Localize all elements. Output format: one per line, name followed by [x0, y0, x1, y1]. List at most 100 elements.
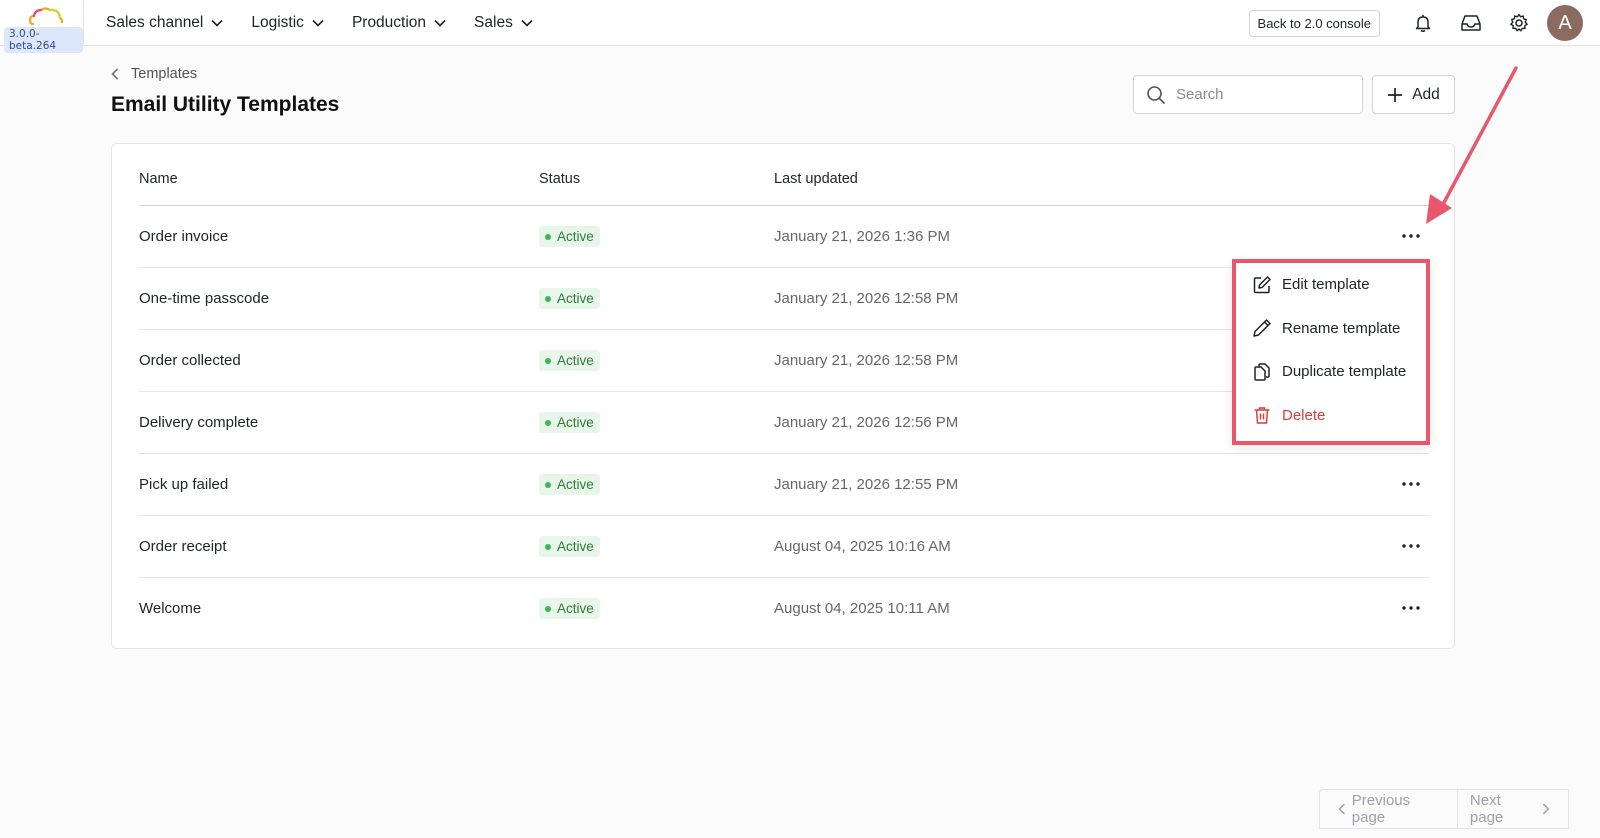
- more-horizontal-icon: [1402, 606, 1420, 610]
- edit-template-menu-item[interactable]: Edit template: [1236, 263, 1426, 307]
- status-badge: Active: [539, 412, 600, 433]
- app-logo[interactable]: 3.0.0-beta.264: [0, 0, 84, 53]
- template-actions-menu: Edit template Rename template Duplicate …: [1232, 259, 1430, 445]
- page-title: Email Utility Templates: [111, 93, 340, 116]
- status-badge: Active: [539, 226, 600, 247]
- last-updated: August 04, 2025 10:11 AM: [774, 600, 950, 617]
- cloud-logo-icon: [29, 6, 63, 25]
- previous-page-label: Previous page: [1351, 792, 1411, 826]
- version-badge: 3.0.0-beta.264: [4, 26, 83, 53]
- breadcrumb[interactable]: Templates: [111, 66, 197, 82]
- status-label: Active: [557, 539, 594, 554]
- more-horizontal-icon: [1402, 482, 1420, 486]
- annotation-arrow-icon: [1426, 66, 1518, 224]
- status-label: Active: [557, 601, 594, 616]
- last-updated: August 04, 2025 10:16 AM: [774, 538, 951, 555]
- rename-template-menu-item[interactable]: Rename template: [1236, 307, 1426, 351]
- status-dot: [545, 419, 551, 426]
- pagination: Previous page Next page: [1319, 789, 1569, 829]
- more-actions-button[interactable]: [1399, 596, 1423, 620]
- last-updated: January 21, 2026 12:58 PM: [774, 352, 959, 369]
- status-label: Active: [557, 291, 594, 306]
- chevron-down-icon: [521, 19, 533, 27]
- chevron-down-icon: [211, 19, 223, 27]
- next-page-button[interactable]: Next page: [1458, 790, 1568, 828]
- template-name[interactable]: One-time passcode: [139, 290, 269, 307]
- more-actions-button[interactable]: [1399, 472, 1423, 496]
- column-header-last-updated[interactable]: Last updated: [774, 171, 858, 187]
- previous-page-button[interactable]: Previous page: [1320, 790, 1458, 828]
- back-to-console-button[interactable]: Back to 2.0 console: [1248, 9, 1380, 37]
- trash-icon: [1254, 407, 1270, 424]
- column-header-name[interactable]: Name: [139, 171, 178, 187]
- chevron-left-icon: [111, 68, 119, 80]
- gear-icon[interactable]: [1495, 13, 1543, 33]
- next-page-label: Next page: [1469, 792, 1504, 826]
- chevron-down-icon: [312, 19, 324, 27]
- status-badge: Active: [539, 536, 600, 557]
- plus-icon: [1388, 87, 1403, 102]
- template-name[interactable]: Order collected: [139, 352, 241, 369]
- edit-square-icon: [1253, 276, 1271, 293]
- status-dot: [545, 481, 551, 488]
- pencil-icon: [1253, 319, 1271, 337]
- menu-item-label: Rename template: [1282, 319, 1401, 337]
- status-dot: [545, 295, 551, 302]
- avatar[interactable]: A: [1547, 5, 1583, 41]
- top-right-actions: Back to 2.0 console A: [1248, 0, 1600, 46]
- search-input[interactable]: [1176, 86, 1346, 103]
- search-icon: [1147, 85, 1165, 104]
- status-dot: [545, 605, 551, 612]
- template-name[interactable]: Pick up failed: [139, 476, 228, 493]
- status-dot: [545, 543, 551, 550]
- menu-item-label: Delete: [1282, 406, 1326, 424]
- menu-production[interactable]: Production: [352, 14, 446, 32]
- menu-logistic[interactable]: Logistic: [251, 14, 324, 32]
- chevron-down-icon: [434, 19, 446, 27]
- delete-template-menu-item[interactable]: Delete: [1236, 394, 1426, 438]
- menu-sales-channel[interactable]: Sales channel: [106, 14, 223, 32]
- status-label: Active: [557, 229, 594, 244]
- table-header: Name Status Last updated: [139, 144, 1429, 206]
- duplicate-template-menu-item[interactable]: Duplicate template: [1236, 350, 1426, 394]
- breadcrumb-label: Templates: [131, 66, 198, 82]
- chevron-left-icon: [1338, 803, 1345, 815]
- status-dot: [545, 233, 551, 240]
- menu-item-label: Edit template: [1282, 276, 1370, 294]
- menu-label: Sales channel: [106, 13, 204, 31]
- top-nav-bar: 3.0.0-beta.264 Sales channel Logistic Pr…: [0, 0, 1600, 53]
- copy-icon: [1254, 363, 1270, 381]
- more-horizontal-icon: [1402, 234, 1420, 238]
- more-actions-button[interactable]: [1399, 534, 1423, 558]
- template-name[interactable]: Order invoice: [139, 228, 228, 245]
- last-updated: January 21, 2026 12:56 PM: [774, 414, 959, 431]
- status-badge: Active: [539, 288, 600, 309]
- column-header-status[interactable]: Status: [539, 171, 580, 187]
- template-name[interactable]: Order receipt: [139, 538, 227, 555]
- template-name[interactable]: Delivery complete: [139, 414, 258, 431]
- chevron-right-icon: [1543, 803, 1550, 815]
- status-label: Active: [557, 477, 594, 492]
- last-updated: January 21, 2026 1:36 PM: [774, 228, 950, 245]
- table-row[interactable]: Pick up failed Active January 21, 2026 1…: [139, 454, 1429, 516]
- menu-label: Production: [351, 13, 427, 31]
- table-row[interactable]: Welcome Active August 04, 2025 10:11 AM: [139, 578, 1429, 640]
- status-badge: Active: [539, 598, 600, 619]
- menu-sales[interactable]: Sales: [474, 14, 533, 32]
- status-label: Active: [557, 415, 594, 430]
- status-dot: [545, 357, 551, 364]
- status-label: Active: [557, 353, 594, 368]
- table-row[interactable]: Order receipt Active August 04, 2025 10:…: [139, 516, 1429, 578]
- main-menu: Sales channel Logistic Production Sales: [106, 14, 561, 32]
- menu-item-label: Duplicate template: [1282, 363, 1407, 381]
- menu-label: Sales: [474, 13, 513, 31]
- status-badge: Active: [539, 350, 600, 371]
- template-name[interactable]: Welcome: [139, 600, 201, 617]
- more-horizontal-icon: [1402, 544, 1420, 548]
- menu-label: Logistic: [251, 13, 304, 31]
- last-updated: January 21, 2026 12:55 PM: [774, 476, 959, 493]
- status-badge: Active: [539, 474, 600, 495]
- bell-icon[interactable]: [1399, 13, 1447, 33]
- inbox-icon[interactable]: [1447, 13, 1495, 33]
- search-box[interactable]: [1133, 75, 1363, 114]
